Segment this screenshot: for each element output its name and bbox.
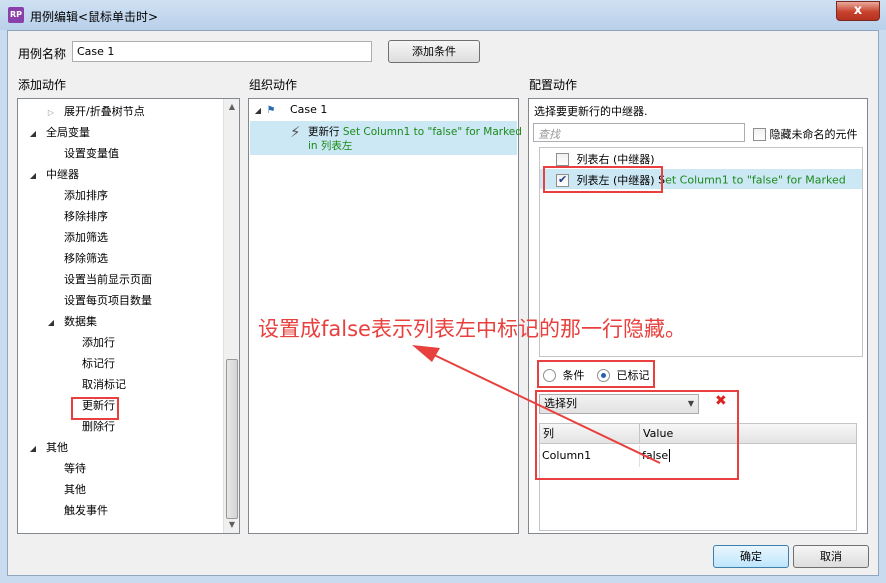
expanded-icon[interactable]: ◢ <box>28 440 38 458</box>
tree-item[interactable]: 设置每页项目数量 <box>46 292 152 310</box>
tree-item[interactable]: ◢ 其他 <box>28 439 68 457</box>
tree-item-label: 数据集 <box>64 315 97 328</box>
tree-item[interactable]: 等待 <box>46 460 86 478</box>
tree-item[interactable]: 添加排序 <box>46 187 108 205</box>
app-icon: RP <box>8 7 24 23</box>
case-node-label: Case 1 <box>290 103 328 116</box>
tree-item[interactable]: 删除行 <box>64 418 115 436</box>
tree-item-label: 设置每页项目数量 <box>64 294 152 307</box>
cancel-button[interactable]: 取消 <box>793 545 869 568</box>
tree-item[interactable]: 取消标记 <box>64 376 126 394</box>
add-condition-button[interactable]: 添加条件 <box>388 40 480 63</box>
tree-item-label: 触发事件 <box>64 504 108 517</box>
highlight-radio-marked <box>537 360 655 388</box>
action-name: 更新行 <box>308 126 340 138</box>
tree-item[interactable]: 触发事件 <box>46 502 108 520</box>
hide-unnamed-option[interactable]: 隐藏未命名的元件 <box>753 126 858 142</box>
tree-item-label: 添加排序 <box>64 189 108 202</box>
tree-item[interactable]: ◢ 中继器 <box>28 166 79 184</box>
select-repeater-prompt: 选择要更新行的中继器. <box>534 105 648 118</box>
tree-item-label: 展开/折叠树节点 <box>64 105 145 118</box>
add-action-heading: 添加动作 <box>18 78 67 92</box>
lightning-icon: ⚡ <box>290 123 301 141</box>
dialog-client: 用例名称 Case 1 添加条件 添加动作 组织动作 配置动作 ▷ 展开/折叠树节… <box>7 30 879 576</box>
action-detail-line1: 更新行 Set Column1 to "false" for Marked <box>308 124 522 139</box>
tree-item-label: 全局变量 <box>46 126 90 139</box>
tree-item-label: 设置当前显示页面 <box>64 273 152 286</box>
collapsed-icon[interactable]: ▷ <box>46 104 56 122</box>
action-detail-text: Set Column1 to "false" for Marked <box>342 126 522 138</box>
hide-unnamed-label: 隐藏未命名的元件 <box>769 128 858 141</box>
ok-button[interactable]: 确定 <box>713 545 789 568</box>
expanded-icon[interactable]: ◢ <box>28 167 38 185</box>
tree-scrollbar[interactable]: ▲ ▼ <box>223 99 239 533</box>
expanded-icon[interactable]: ◢ <box>46 314 56 332</box>
case-node-icon: ⚑ <box>266 105 276 116</box>
action-detail-line2: in 列表左 <box>308 140 353 152</box>
tree-item-label: 标记行 <box>82 357 115 370</box>
scroll-down-icon[interactable]: ▼ <box>224 517 240 533</box>
tree-item-label: 添加筛选 <box>64 231 108 244</box>
tree-item[interactable]: 设置当前显示页面 <box>46 271 152 289</box>
tree-item-label: 设置变量值 <box>64 147 119 160</box>
annotation-text: 设置成false表示列表左中标记的那一行隐藏。 <box>258 317 686 341</box>
expanded-icon[interactable]: ◢ <box>253 102 263 120</box>
highlight-update-row <box>71 397 119 420</box>
repeater-right-label: 列表右 (中继器) <box>576 153 655 166</box>
case-node[interactable]: ◢ ⚑ Case 1 <box>253 101 328 120</box>
case-name-label: 用例名称 <box>18 47 67 61</box>
tree-item[interactable]: 设置变量值 <box>46 145 119 163</box>
case-name-input[interactable]: Case 1 <box>72 41 372 62</box>
tree-item[interactable]: 移除筛选 <box>46 250 108 268</box>
expanded-icon[interactable]: ◢ <box>28 125 38 143</box>
tree-item-label: 移除排序 <box>64 210 108 223</box>
tree-item-label: 其他 <box>46 441 68 454</box>
tree-item[interactable]: 其他 <box>46 481 86 499</box>
tree-item[interactable]: ◢ 全局变量 <box>28 124 90 142</box>
tree-item[interactable]: ◢ 数据集 <box>46 313 97 331</box>
repeater-item-right[interactable]: 列表右 (中继器) <box>556 151 655 167</box>
tree-item[interactable]: 移除排序 <box>46 208 108 226</box>
hide-unnamed-checkbox[interactable] <box>753 127 766 141</box>
scroll-thumb[interactable] <box>226 359 238 519</box>
search-input[interactable]: 查找 <box>533 123 745 142</box>
repeater-right-checkbox[interactable] <box>556 152 569 166</box>
scroll-up-icon[interactable]: ▲ <box>224 99 240 115</box>
tree-item-label: 等待 <box>64 462 86 475</box>
highlight-repeater-left <box>543 166 663 193</box>
window-title: 用例编辑<鼠标单击时> <box>30 10 159 24</box>
action-tree-panel: ▷ 展开/折叠树节点 ◢ 全局变量设置变量值 ◢ 中继器添加排序移除排序添加筛选移除筛选设… <box>17 98 240 534</box>
configure-action-heading: 配置动作 <box>529 78 578 92</box>
tree-item-label: 其他 <box>64 483 86 496</box>
tree-item-label: 删除行 <box>82 420 115 433</box>
repeater-left-detail: et Column1 to "false" for Marked <box>665 173 846 187</box>
tree-item-label: 取消标记 <box>82 378 126 391</box>
action-row-update[interactable]: ⚡ 更新行 Set Column1 to "false" for Marked … <box>250 121 522 155</box>
tree-item[interactable]: 添加筛选 <box>46 229 108 247</box>
highlight-value-grid <box>535 390 739 480</box>
title-bar: RP 用例编辑<鼠标单击时> x <box>0 0 886 30</box>
tree-item[interactable]: 标记行 <box>64 355 115 373</box>
tree-item-label: 添加行 <box>82 336 115 349</box>
tree-item[interactable]: ▷ 展开/折叠树节点 <box>46 103 145 121</box>
organize-action-heading: 组织动作 <box>249 78 298 92</box>
tree-item-label: 移除筛选 <box>64 252 108 265</box>
tree-item[interactable]: 添加行 <box>64 334 115 352</box>
tree-item-label: 中继器 <box>46 168 79 181</box>
close-button[interactable]: x <box>836 1 880 21</box>
